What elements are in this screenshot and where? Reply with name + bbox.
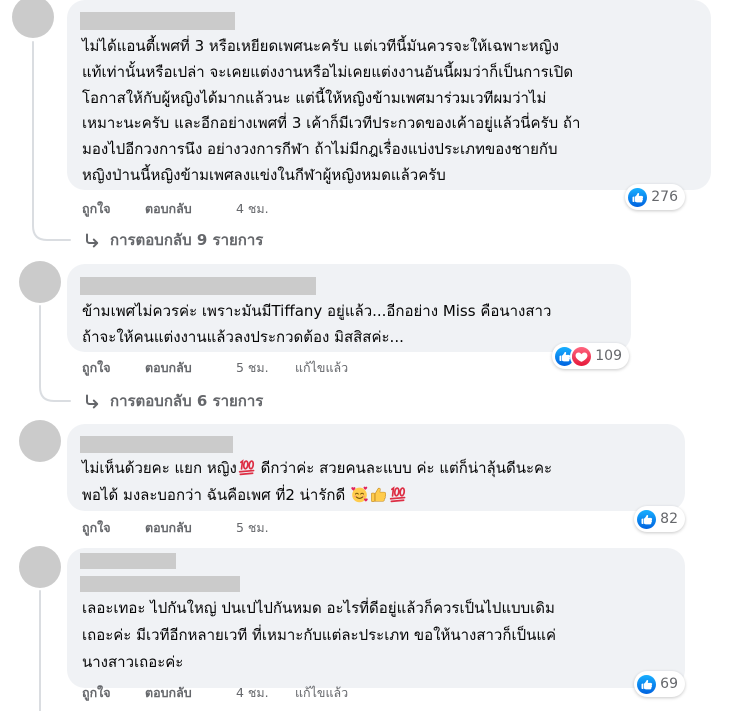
edited-label: แก้ไขแล้ว [295,685,349,700]
view-replies-link[interactable]: การตอบกลับ 6 รายการ [84,392,263,410]
hundred-points-emoji [389,486,406,503]
author-name-redacted[interactable] [80,553,176,569]
author-name-redacted[interactable] [80,436,233,453]
comment-text-segment: พอได้ มงละบอกว่า ฉันคือเพศ ที่2 น่ารักดี [82,486,350,504]
comment-text: เลอะเทอะ ไปกันใหญ่ ปนเปไปกันหมด อะไรที่ด… [82,595,556,676]
comment-line: หญิงป่านนี้หญิงข้ามเพศลงแข่งในกีฬาผู้หญิ… [82,165,446,184]
comment-actions: ถูกใจ ตอบกลับ 4 ชม. [0,200,735,218]
comment-line: แท้เท่านั้นหรือเปล่า จะเคยแต่งงานหรือไม่… [82,62,574,81]
comment-line: เถอะค่ะ มีเวทีอีกหลายเวที ที่เหมาะกับแต่… [82,626,557,644]
avatar[interactable] [19,261,61,303]
thread-line [39,305,71,402]
smiling-face-with-hearts-emoji [351,486,368,503]
reply-arrow-icon [84,232,100,248]
comment-text: ข้ามเพศไม่ควรค่ะ เพราะมันมีTiffany อยู่แ… [82,298,551,350]
hundred-points-emoji [238,459,255,476]
author-name-redacted[interactable] [80,12,235,30]
thumbs-up-emoji [370,486,387,503]
view-replies-label: การตอบกลับ 9 รายการ [110,231,264,249]
view-replies-label: การตอบกลับ 6 รายการ [110,392,264,410]
edited-label: แก้ไขแล้ว [295,360,349,375]
comment-bubble: ข้ามเพศไม่ควรค่ะ เพราะมันมีTiffany อยู่แ… [67,264,631,352]
reply-arrow-icon [84,393,100,409]
reply-button[interactable]: ตอบกลับ [145,684,192,702]
comment-line: โอกาสให้กับผู้หญิงได้มากแล้วนะ แต่นี้ให้… [82,88,547,107]
reply-button[interactable]: ตอบกลับ [145,519,192,537]
view-replies-link[interactable]: การตอบกลับ 9 รายการ [84,231,263,249]
comment-actions: ถูกใจ ตอบกลับ 5 ชม. แก้ไขแล้ว [0,359,735,377]
timestamp-link[interactable]: 5 ชม. [236,359,269,377]
avatar[interactable] [19,420,61,462]
comment-actions: ถูกใจ ตอบกลับ 4 ชม. แก้ไขแล้ว [0,684,735,702]
comment-bubble: ไม่เห็นด้วยคะ แยก หญิง ดีกว่าค่ะ สวยคนละ… [67,424,685,511]
comment-bubble: เลอะเทอะ ไปกันใหญ่ ปนเปไปกันหมด อะไรที่ด… [67,548,685,688]
comment-text-segment: ดีกว่าค่ะ สวยคนละแบบ ค่ะ แต่ก็น่าลุ้นดีน… [255,459,553,477]
comment-line: นางสาวเถอะค่ะ [82,653,184,671]
comment-line: มองไปอีกวงการนึง อย่างวงการกีฬา ถ้าไม่มี… [82,140,558,159]
comment-line: ไม่เห็นด้วยคะ แยก หญิง ดีกว่าค่ะ สวยคนละ… [82,455,552,482]
comment-line: ถ้าจะให้คนแต่งงานแล้วลงประกวดต้อง มิสสิส… [82,328,404,346]
comment-text: ไม่ได้แอนตี้เพศที่ 3 หรือเหยียดเพศนะครับ… [82,34,580,189]
comment-line: ข้ามเพศไม่ควรค่ะ เพราะมันมีTiffany อยู่แ… [82,302,552,320]
reply-button[interactable]: ตอบกลับ [145,359,192,377]
comment-line: เหมาะนะครับ และอีกอย่างเพศที่ 3 เค้าก็มี… [82,114,581,133]
author-name-redacted[interactable] [80,277,316,295]
timestamp-link[interactable]: 4 ชม. [236,200,269,218]
comment-text: ไม่เห็นด้วยคะ แยก หญิง ดีกว่าค่ะ สวยคนละ… [82,455,552,509]
comment-line: ไม่ได้แอนตี้เพศที่ 3 หรือเหยียดเพศนะครับ… [82,37,559,55]
comment-bubble: ไม่ได้แอนตี้เพศที่ 3 หรือเหยียดเพศนะครับ… [67,0,711,190]
comment-line: พอได้ มงละบอกว่า ฉันคือเพศ ที่2 น่ารักดี [82,482,407,509]
like-button[interactable]: ถูกใจ [82,200,111,218]
comment-text-segment: ไม่เห็นด้วยคะ แยก หญิง [82,459,237,477]
author-name-redacted[interactable] [80,576,240,592]
reply-button[interactable]: ตอบกลับ [145,200,192,218]
comment-actions: ถูกใจ ตอบกลับ 5 ชม. [0,519,735,537]
like-button[interactable]: ถูกใจ [82,684,111,702]
timestamp-link[interactable]: 5 ชม. [236,519,269,537]
avatar[interactable] [19,546,61,588]
like-button[interactable]: ถูกใจ [82,519,111,537]
like-button[interactable]: ถูกใจ [82,359,111,377]
timestamp-link[interactable]: 4 ชม. [236,684,269,702]
comment-line: เลอะเทอะ ไปกันใหญ่ ปนเปไปกันหมด อะไรที่ด… [82,599,555,617]
